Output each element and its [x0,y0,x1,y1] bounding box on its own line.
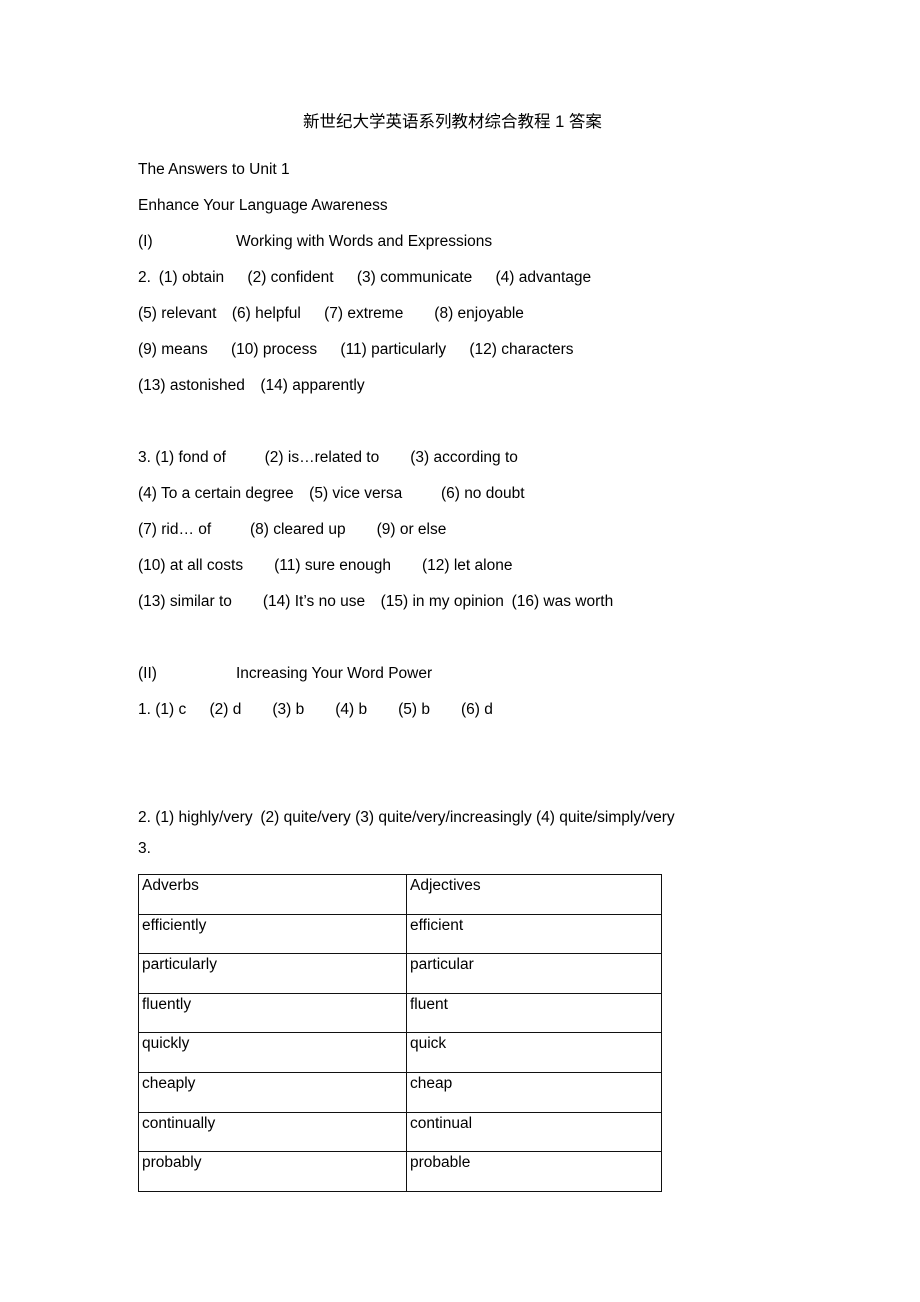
part-two-heading-row: (II) Increasing Your Word Power [138,656,878,692]
cell-adjective: continual [406,1111,662,1153]
part-two-exercise-2-number: 2. [138,809,151,826]
cell-adjective: particular [406,953,662,994]
cell-adverb: particularly [138,953,407,994]
cell-adverb: fluently [138,992,407,1034]
table-row: fluently fluent [138,992,662,1034]
exercise-2-answers-1: (1) obtain (2) confident (3) communicate… [158,269,592,286]
cell-adverb: efficiently [138,913,407,955]
spacer-line-3 [138,728,878,764]
adverbs-adjectives-table: Adverbs Adjectives efficiently efficient… [138,874,662,1192]
part-two-numeral: (II) [138,665,157,682]
table-header-row: Adverbs Adjectives [138,874,662,915]
part-two-heading: Increasing Your Word Power [236,665,433,682]
exercise-2-line-4: (13) astonished (14) apparently [138,377,365,394]
cell-adjective: fluent [406,992,662,1034]
document-title-chinese: 新世纪大学英语系列教材综合教程 1 答案 [303,113,602,131]
adverbs-adjectives-table-wrapper: Adverbs Adjectives efficiently efficient… [138,874,662,1192]
part-two-exercise-1-line: 1. (1) c (2) d (3) b (4) b (5) b (6) d [138,692,878,728]
part-one-numeral: (I) [138,233,153,250]
exercise-3-line-1: 3. (1) fond of (2) is…related to (3) acc… [138,440,878,476]
table-header-adjectives: Adjectives [406,874,662,915]
cell-adverb: continually [138,1111,407,1153]
cell-adverb: cheaply [138,1071,407,1113]
exercise-2-line-1: 2. (1) obtain (2) confident (3) communic… [138,260,878,296]
cell-adverb: quickly [138,1032,407,1073]
table-header-adverbs: Adverbs [138,874,407,915]
cell-adverb: probably [138,1151,407,1192]
part-two-exercise-3-number: 3. [138,840,151,857]
exercise-3-number: 3. [138,449,151,466]
cell-adjective: efficient [406,913,662,955]
table-row: cheaply cheap [138,1071,662,1113]
part-two-exercise-1-number: 1. [138,701,151,718]
section-heading-enhance: Enhance Your Language Awareness [138,197,388,214]
exercise-2-number: 2. [138,269,151,286]
part-one-heading-row: (I) Working with Words and Expressions [138,224,878,260]
cell-adjective: quick [406,1032,662,1073]
table-row: efficiently efficient [138,913,662,955]
table-row: continually continual [138,1111,662,1153]
spacer-line-1 [138,404,878,440]
exercise-3-line-5: (13) similar to (14) It’s no use (15) in… [138,593,614,610]
spacer-line-4 [138,764,878,800]
part-two-exercise-2-line: 2. (1) highly/very (2) quite/very (3) qu… [138,800,878,836]
exercise-3-line-2: (4) To a certain degree (5) vice versa (… [138,485,525,502]
part-one-heading: Working with Words and Expressions [236,233,493,250]
exercise-3-answers-1: (1) fond of (2) is…related to (3) accord… [155,449,518,466]
document-page: 新世纪大学英语系列教材综合教程 1 答案 The Answers to Unit… [0,0,920,1302]
part-two-exercise-2-answers: (1) highly/very (2) quite/very (3) quite… [155,809,675,826]
table-row: probably probable [138,1151,662,1192]
table-row: particularly particular [138,953,662,994]
document-subtitle: The Answers to Unit 1 [138,161,290,178]
part-two-exercise-1-answers: (1) c (2) d (3) b (4) b (5) b (6) d [155,701,493,718]
table-body: Adverbs Adjectives efficiently efficient… [138,874,662,1192]
spacer-line-2 [138,620,878,656]
cell-adjective: cheap [406,1071,662,1113]
exercise-3-line-4: (10) at all costs (11) sure enough (12) … [138,557,513,574]
cell-adjective: probable [406,1151,662,1192]
table-row: quickly quick [138,1032,662,1073]
exercise-2-line-3: (9) means (10) process (11) particularly… [138,341,574,358]
exercise-2-line-2: (5) relevant (6) helpful (7) extreme (8)… [138,305,524,322]
exercise-3-line-3: (7) rid… of (8) cleared up (9) or else [138,521,447,538]
document-body: The Answers to Unit 1 Enhance Your Langu… [138,152,878,836]
